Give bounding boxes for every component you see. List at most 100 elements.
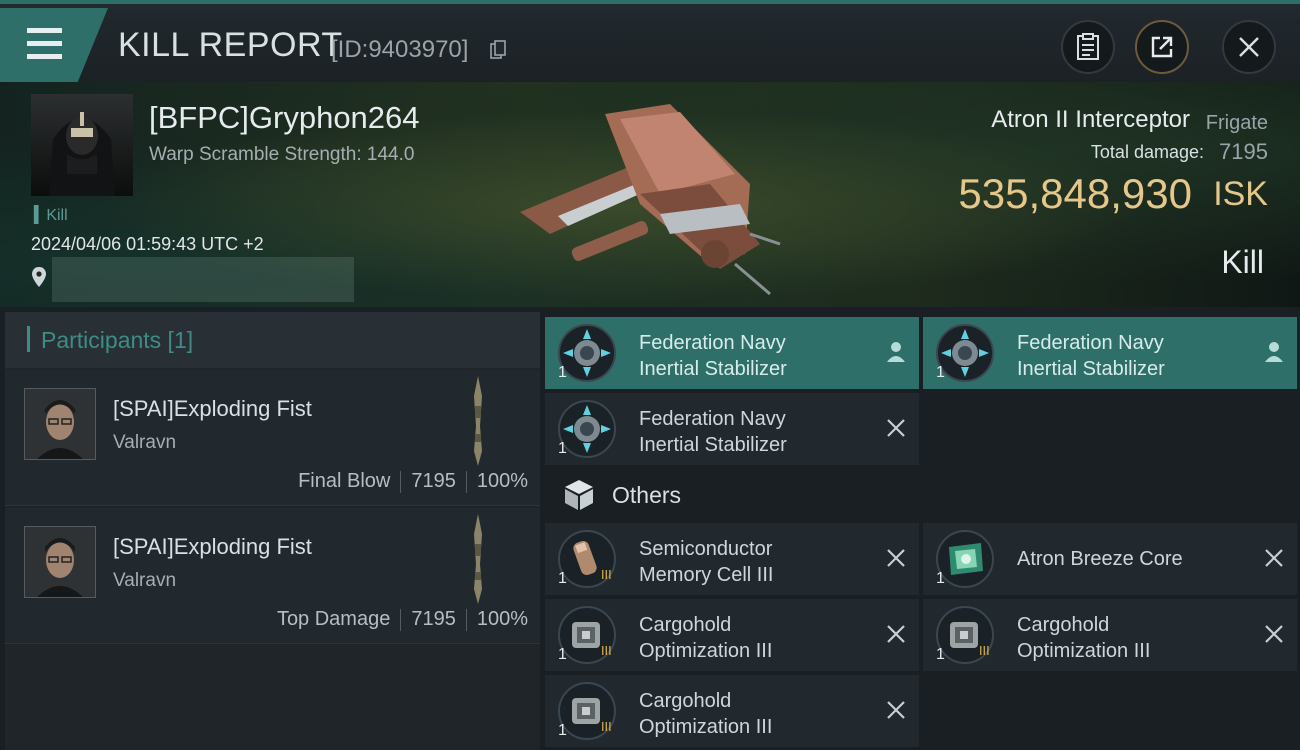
warp-scramble-strength: Warp Scramble Strength: 144.0 bbox=[149, 144, 415, 165]
close-button[interactable] bbox=[1222, 20, 1276, 74]
participant-corp: Valravn bbox=[113, 432, 177, 453]
destroyed-x-icon bbox=[887, 419, 905, 437]
kill-result: Kill bbox=[1221, 244, 1264, 280]
item-quantity: 1 bbox=[558, 570, 567, 587]
destroyed-x-icon bbox=[1265, 625, 1283, 643]
participant-percent: 100% bbox=[476, 608, 528, 630]
menu-icon-bar bbox=[27, 54, 62, 59]
destroyed-x-icon bbox=[887, 701, 905, 719]
item-name: Atron Breeze Core bbox=[1017, 546, 1183, 572]
item-name-line: Cargohold bbox=[639, 614, 732, 636]
item-name-line: Optimization III bbox=[639, 716, 773, 738]
item-name-line: Optimization III bbox=[639, 640, 773, 662]
ship-image bbox=[520, 104, 781, 296]
top-bar: KILL REPORT [ID:9403970] bbox=[0, 0, 1300, 82]
menu-icon-bar bbox=[27, 41, 62, 46]
cube-icon bbox=[565, 480, 593, 510]
weapon-icon bbox=[474, 376, 482, 466]
item-quantity: 1 bbox=[936, 364, 945, 381]
total-damage-label: Total damage: bbox=[1090, 142, 1204, 162]
item-name-line: Inertial Stabilizer bbox=[639, 434, 787, 456]
kill-datetime: 2024/04/06 01:59:43 UTC +2 bbox=[31, 234, 264, 254]
pilot-portrait-icon bbox=[25, 527, 95, 597]
cargo-item[interactable]: III 1 Semiconductor Memory Cell III bbox=[545, 523, 919, 595]
close-icon bbox=[1239, 37, 1259, 57]
item-name-line: Semiconductor bbox=[639, 538, 773, 560]
item-name-line: Atron Breeze Core bbox=[1017, 548, 1183, 570]
page-title: KILL REPORT bbox=[118, 26, 343, 64]
item-quantity: 1 bbox=[558, 722, 567, 739]
item-quantity: 1 bbox=[558, 646, 567, 663]
module-item[interactable]: 1 Federation Navy Inertial Stabilizer bbox=[545, 393, 919, 465]
participant-avatar[interactable] bbox=[24, 388, 96, 460]
share-button[interactable] bbox=[1135, 20, 1189, 74]
participant-row[interactable]: [SPAI]Exploding Fist Valravn Final Blow … bbox=[5, 370, 540, 506]
participants-accent bbox=[27, 326, 30, 352]
others-title: Others bbox=[612, 482, 682, 508]
item-name-line: Memory Cell III bbox=[639, 564, 774, 586]
item-name-line: Federation Navy bbox=[639, 408, 786, 430]
victim-avatar[interactable] bbox=[31, 94, 133, 196]
destroyed-x-icon bbox=[887, 625, 905, 643]
cargo-item[interactable]: 1 Cargohold Optimization III bbox=[923, 599, 1297, 671]
module-item[interactable]: 1 Federation Navy Inertial Stabilizer bbox=[545, 317, 919, 389]
participants-header: Participants [1] bbox=[5, 312, 540, 368]
item-name: Semiconductor Memory Cell III bbox=[639, 536, 773, 588]
item-quantity: 1 bbox=[936, 570, 945, 587]
item-name: Federation Navy Inertial Stabilizer bbox=[1017, 330, 1165, 382]
isk-value: 535,848,930 bbox=[958, 170, 1192, 217]
cargo-item[interactable]: 1 Cargohold Optimization III bbox=[545, 599, 919, 671]
item-name: Cargohold Optimization III bbox=[1017, 612, 1150, 664]
dropped-person-icon bbox=[887, 342, 905, 362]
participants-panel: Participants [1] [SPAI]Exploding Fist Va… bbox=[5, 312, 540, 750]
item-name: Federation Navy Inertial Stabilizer bbox=[639, 406, 787, 458]
kill-tag: ▍Kill bbox=[34, 207, 68, 224]
participant-avatar[interactable] bbox=[24, 526, 96, 598]
pilot-portrait-icon bbox=[49, 112, 115, 196]
item-name: Cargohold Optimization III bbox=[639, 688, 772, 740]
participant-damage: 7195 bbox=[411, 608, 456, 630]
item-name: Cargohold Optimization III bbox=[639, 612, 772, 664]
copy-icon[interactable] bbox=[490, 40, 506, 60]
participant-row[interactable]: [SPAI]Exploding Fist Valravn Top Damage … bbox=[5, 508, 540, 644]
isk-unit: ISK bbox=[1213, 175, 1268, 213]
destroyed-x-icon bbox=[1265, 549, 1283, 567]
report-id: [ID:9403970] bbox=[331, 36, 469, 63]
pilot-portrait-icon bbox=[25, 389, 95, 459]
clipboard-button[interactable] bbox=[1061, 20, 1115, 74]
participant-name[interactable]: [SPAI]Exploding Fist bbox=[113, 534, 312, 560]
item-name-line: Federation Navy bbox=[1017, 332, 1164, 354]
stats-divider bbox=[465, 608, 467, 631]
destroyed-x-icon bbox=[887, 549, 905, 567]
share-icon bbox=[1151, 36, 1173, 58]
participant-stats: Final Blow 7195 100% bbox=[298, 470, 528, 493]
menu-icon bbox=[27, 28, 62, 33]
item-name-line: Inertial Stabilizer bbox=[639, 358, 787, 380]
cargo-item[interactable]: 1 Cargohold Optimization III bbox=[545, 675, 919, 747]
ship-name[interactable]: Atron II Interceptor bbox=[991, 106, 1190, 134]
stats-divider bbox=[400, 470, 402, 493]
weapon-icon bbox=[474, 514, 482, 604]
victim-name[interactable]: [BFPC]Gryphon264 bbox=[149, 100, 420, 136]
kill-tag-label: Kill bbox=[46, 207, 68, 224]
item-name: Federation Navy Inertial Stabilizer bbox=[639, 330, 787, 382]
kill-banner: [BFPC]Gryphon264 Warp Scramble Strength:… bbox=[0, 82, 1300, 307]
item-name-line: Optimization III bbox=[1017, 640, 1151, 662]
participant-corp: Valravn bbox=[113, 570, 177, 591]
participant-stats: Top Damage 7195 100% bbox=[277, 608, 528, 631]
menu-button[interactable] bbox=[0, 8, 108, 82]
total-damage-value: 7195 bbox=[1219, 139, 1268, 164]
participant-role: Final Blow bbox=[298, 470, 391, 492]
module-item[interactable]: 1 Federation Navy Inertial Stabilizer bbox=[923, 317, 1297, 389]
item-quantity: 1 bbox=[936, 646, 945, 663]
ship-class: Frigate bbox=[1205, 112, 1268, 134]
item-name-line: Federation Navy bbox=[639, 332, 786, 354]
item-name-line: Cargohold bbox=[639, 690, 732, 712]
participant-damage: 7195 bbox=[411, 470, 456, 492]
location-redacted bbox=[52, 257, 354, 302]
participant-name[interactable]: [SPAI]Exploding Fist bbox=[113, 396, 312, 422]
item-name-line: Inertial Stabilizer bbox=[1017, 358, 1165, 380]
participant-role: Top Damage bbox=[276, 608, 391, 630]
svg-text:III: III bbox=[601, 568, 612, 582]
cargo-item[interactable]: 1 Atron Breeze Core bbox=[923, 523, 1297, 595]
